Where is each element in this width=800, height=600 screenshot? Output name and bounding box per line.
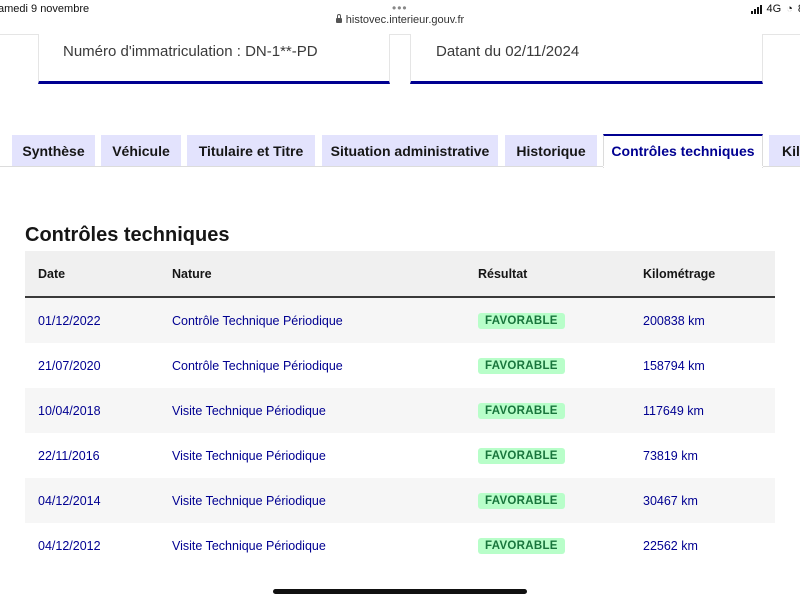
tab-situation-administrative[interactable]: Situation administrative	[322, 135, 498, 167]
row-date: 22/11/2016	[25, 433, 172, 478]
report-date: Datant du 02/11/2024	[436, 43, 580, 60]
tab-panel-border	[0, 166, 800, 167]
address-bar[interactable]: histovec.interieur.gouv.fr	[0, 14, 800, 26]
row-nature: Visite Technique Périodique	[172, 433, 478, 478]
row-nature: Visite Technique Périodique	[172, 388, 478, 433]
row-mileage: 30467 km	[643, 478, 775, 523]
row-date: 21/07/2020	[25, 343, 172, 388]
row-date: 01/12/2022	[25, 297, 172, 343]
table-header-row: Date Nature Résultat Kilométrage	[25, 251, 775, 298]
result-badge: FAVORABLE	[478, 357, 565, 374]
technical-inspections-table: Date Nature Résultat Kilométrage 01/12/2…	[25, 251, 775, 568]
column-header-result: Résultat	[478, 251, 643, 298]
row-date: 04/12/2012	[25, 523, 172, 568]
signal-icon	[750, 4, 762, 14]
result-badge: FAVORABLE	[478, 492, 565, 509]
url-text: histovec.interieur.gouv.fr	[345, 14, 465, 26]
row-mileage: 117649 km	[643, 388, 775, 433]
row-date: 04/12/2014	[25, 478, 172, 523]
table-row: 04/12/2012 Visite Technique Périodique F…	[25, 523, 775, 568]
tab-titulaire-titre[interactable]: Titulaire et Titre	[187, 135, 315, 167]
row-nature: Contrôle Technique Périodique	[172, 343, 478, 388]
row-mileage: 200838 km	[643, 297, 775, 343]
lock-icon	[335, 14, 342, 23]
row-mileage: 22562 km	[643, 523, 775, 568]
result-badge: FAVORABLE	[478, 312, 565, 329]
row-mileage: 158794 km	[643, 343, 775, 388]
tab-synthese[interactable]: Synthèse	[12, 135, 95, 167]
row-date: 10/04/2018	[25, 388, 172, 433]
table-row: 04/12/2014 Visite Technique Périodique F…	[25, 478, 775, 523]
column-header-mileage: Kilométrage	[643, 251, 775, 298]
row-nature: Contrôle Technique Périodique	[172, 297, 478, 343]
home-indicator[interactable]	[273, 589, 527, 594]
page-title: Contrôles techniques	[25, 224, 230, 246]
browser-menu-dots[interactable]: •••	[392, 1, 408, 15]
tab-historique[interactable]: Historique	[505, 135, 597, 167]
table-row: 22/11/2016 Visite Technique Périodique F…	[25, 433, 775, 478]
result-badge: FAVORABLE	[478, 402, 565, 419]
registration-number: Numéro d'immatriculation : DN-1**-PD	[63, 43, 318, 60]
tab-bar: Synthèse Véhicule Titulaire et Titre Sit…	[0, 134, 800, 168]
registration-card: Numéro d'immatriculation : DN-1**-PD	[38, 34, 390, 84]
row-mileage: 73819 km	[643, 433, 775, 478]
result-badge: FAVORABLE	[478, 447, 565, 464]
table-row: 21/07/2020 Contrôle Technique Périodique…	[25, 343, 775, 388]
column-header-nature: Nature	[172, 251, 478, 298]
tab-controles-techniques[interactable]: Contrôles techniques	[603, 134, 763, 168]
tab-vehicule[interactable]: Véhicule	[101, 135, 181, 167]
table-row: 10/04/2018 Visite Technique Périodique F…	[25, 388, 775, 433]
tab-kilometrage[interactable]: Kilo	[769, 135, 800, 167]
result-badge: FAVORABLE	[478, 537, 565, 554]
table-row: 01/12/2022 Contrôle Technique Périodique…	[25, 297, 775, 343]
row-nature: Visite Technique Périodique	[172, 478, 478, 523]
report-date-card: Datant du 02/11/2024	[410, 34, 763, 84]
column-header-date: Date	[25, 251, 172, 298]
row-nature: Visite Technique Périodique	[172, 523, 478, 568]
